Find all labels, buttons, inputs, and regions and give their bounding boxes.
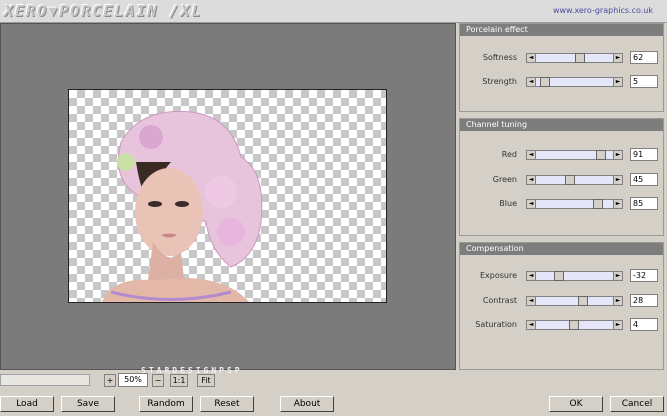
slider-left-arrow-icon[interactable]: ◄	[526, 150, 536, 160]
ok-button[interactable]: OK	[549, 396, 603, 412]
control-row-softness: Softness ◄ ► 62	[460, 51, 663, 65]
exposure-slider[interactable]: ◄ ►	[526, 271, 623, 281]
slider-right-arrow-icon[interactable]: ►	[613, 320, 623, 330]
control-label: Saturation	[475, 320, 517, 329]
progress-bar	[0, 374, 90, 386]
control-row-saturation: Saturation ◄ ► 4	[460, 318, 663, 332]
slider-right-arrow-icon[interactable]: ►	[613, 199, 623, 209]
control-label: Red	[501, 150, 517, 159]
control-row-green: Green ◄ ► 45	[460, 173, 663, 187]
portrait-image	[101, 110, 263, 302]
panel-title: Porcelain effect	[460, 24, 663, 36]
zoom-in-button[interactable]: +	[104, 374, 116, 387]
slider-thumb[interactable]	[575, 53, 585, 63]
eye-right	[175, 201, 189, 207]
control-label: Softness	[482, 53, 517, 62]
panel-title: Channel tuning	[460, 119, 663, 131]
strength-slider[interactable]: ◄ ►	[526, 77, 623, 87]
flower	[117, 153, 135, 171]
slider-right-arrow-icon[interactable]: ►	[613, 53, 623, 63]
slider-thumb[interactable]	[569, 320, 579, 330]
vendor-link[interactable]: www.xero-graphics.co.uk	[553, 6, 653, 15]
panel-title: Compensation	[460, 243, 663, 255]
load-button[interactable]: Load	[0, 396, 54, 412]
slider-thumb[interactable]	[593, 199, 603, 209]
app-title: XERO▼PORCELAIN /XL	[4, 2, 203, 20]
slider-thumb[interactable]	[596, 150, 606, 160]
preview-area: STARDESIGNPSP	[0, 23, 456, 375]
slider-right-arrow-icon[interactable]: ►	[613, 150, 623, 160]
contrast-slider[interactable]: ◄ ►	[526, 296, 623, 306]
face	[135, 168, 203, 256]
control-label: Blue	[499, 199, 517, 208]
red-value-field[interactable]: 91	[630, 148, 658, 161]
control-row-exposure: Exposure ◄ ► -32	[460, 269, 663, 283]
panel-compensation: Compensation Exposure ◄ ► -32 Contrast ◄…	[459, 242, 664, 370]
zoom-out-button[interactable]: −	[152, 374, 164, 387]
zoom-actual-size-button[interactable]: 1:1	[170, 374, 188, 387]
slider-right-arrow-icon[interactable]: ►	[613, 175, 623, 185]
cancel-button[interactable]: Cancel	[610, 396, 664, 412]
slider-left-arrow-icon[interactable]: ◄	[526, 320, 536, 330]
title-bar: XERO▼PORCELAIN /XL www.xero-graphics.co.…	[0, 0, 667, 23]
softness-value-field[interactable]: 62	[630, 51, 658, 64]
control-label: Contrast	[482, 296, 517, 305]
slider-right-arrow-icon[interactable]: ►	[613, 77, 623, 87]
slider-right-arrow-icon[interactable]: ►	[613, 271, 623, 281]
control-label: Green	[492, 175, 517, 184]
slider-right-arrow-icon[interactable]: ►	[613, 296, 623, 306]
strength-value-field[interactable]: 5	[630, 75, 658, 88]
random-button[interactable]: Random	[139, 396, 193, 412]
red-slider[interactable]: ◄ ►	[526, 150, 623, 160]
slider-left-arrow-icon[interactable]: ◄	[526, 296, 536, 306]
reset-button[interactable]: Reset	[200, 396, 254, 412]
exposure-value-field[interactable]: -32	[630, 269, 658, 282]
flower	[217, 218, 245, 246]
eye-left	[148, 201, 162, 207]
preview-canvas[interactable]	[68, 89, 387, 303]
slider-thumb[interactable]	[578, 296, 588, 306]
green-slider[interactable]: ◄ ►	[526, 175, 623, 185]
about-button[interactable]: About	[280, 396, 334, 412]
blue-slider[interactable]: ◄ ►	[526, 199, 623, 209]
zoom-level-field[interactable]: 50%	[118, 373, 148, 387]
zoom-fit-button[interactable]: Fit	[197, 374, 215, 387]
softness-slider[interactable]: ◄ ►	[526, 53, 623, 63]
control-label: Strength	[482, 77, 517, 86]
green-value-field[interactable]: 45	[630, 173, 658, 186]
save-button[interactable]: Save	[61, 396, 115, 412]
flower	[139, 125, 163, 149]
slider-left-arrow-icon[interactable]: ◄	[526, 77, 536, 87]
control-row-blue: Blue ◄ ► 85	[460, 197, 663, 211]
contrast-value-field[interactable]: 28	[630, 294, 658, 307]
flower	[205, 176, 237, 208]
control-row-red: Red ◄ ► 91	[460, 148, 663, 162]
control-row-contrast: Contrast ◄ ► 28	[460, 294, 663, 308]
saturation-slider[interactable]: ◄ ►	[526, 320, 623, 330]
panel-porcelain-effect: Porcelain effect Softness ◄ ► 62 Strengt…	[459, 23, 664, 112]
slider-thumb[interactable]	[565, 175, 575, 185]
saturation-value-field[interactable]: 4	[630, 318, 658, 331]
blue-value-field[interactable]: 85	[630, 197, 658, 210]
slider-left-arrow-icon[interactable]: ◄	[526, 271, 536, 281]
control-label: Exposure	[479, 271, 517, 280]
control-row-strength: Strength ◄ ► 5	[460, 75, 663, 89]
slider-left-arrow-icon[interactable]: ◄	[526, 175, 536, 185]
slider-thumb[interactable]	[554, 271, 564, 281]
panel-channel-tuning: Channel tuning Red ◄ ► 91 Green ◄ ► 45 B…	[459, 118, 664, 236]
slider-left-arrow-icon[interactable]: ◄	[526, 53, 536, 63]
slider-thumb[interactable]	[540, 77, 550, 87]
slider-left-arrow-icon[interactable]: ◄	[526, 199, 536, 209]
